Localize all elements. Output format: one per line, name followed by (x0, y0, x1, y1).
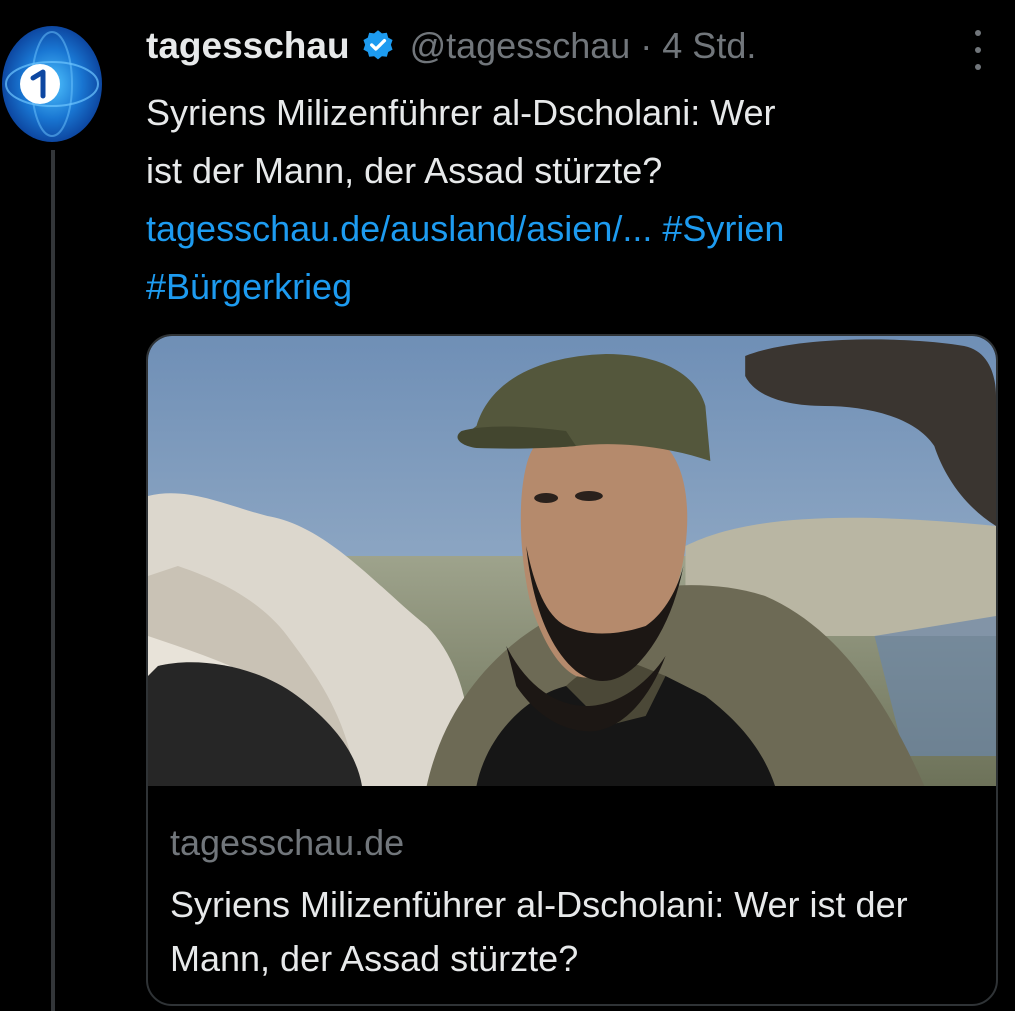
tweet-hashtag-line: #Bürgerkrieg (146, 258, 986, 316)
hashtag-syrien[interactable]: #Syrien (662, 208, 784, 249)
tweet-text: Syriens Milizenführer al-Dscholani: Wer … (146, 84, 986, 316)
more-dot (975, 64, 981, 70)
display-name[interactable]: tagesschau (146, 25, 350, 67)
card-image[interactable] (148, 336, 996, 786)
tweet-links-line: tagesschau.de/ausland/asien/... #Syrien (146, 200, 986, 258)
card-title: Syriens Milizenführer al-Dscholani: Wer … (170, 884, 908, 979)
tweet-text-line: ist der Mann, der Assad stürzte? (146, 150, 663, 191)
verified-badge-icon (363, 30, 393, 60)
timestamp[interactable]: 4 Std. (662, 25, 756, 67)
hashtag-buergerkrieg[interactable]: #Bürgerkrieg (146, 266, 352, 307)
avatar[interactable] (0, 24, 104, 144)
more-options-icon[interactable] (966, 30, 990, 70)
article-link[interactable]: tagesschau.de/ausland/asien/... (146, 208, 652, 249)
more-dot (975, 30, 981, 36)
tweet-text-line: Syriens Milizenführer al-Dscholani: Wer (146, 92, 776, 133)
ard-logo-icon (2, 26, 102, 142)
more-dot (975, 47, 981, 53)
link-preview-card[interactable]: tagesschau.de Syriens Milizenführer al-D… (146, 334, 998, 1006)
card-domain: tagesschau.de (170, 822, 405, 863)
thread-line (51, 150, 55, 1011)
tweet-header: tagesschau @tagesschau · 4 Std. (146, 18, 946, 74)
separator-dot: · (640, 25, 653, 66)
handle[interactable]: @tagesschau (410, 25, 631, 67)
